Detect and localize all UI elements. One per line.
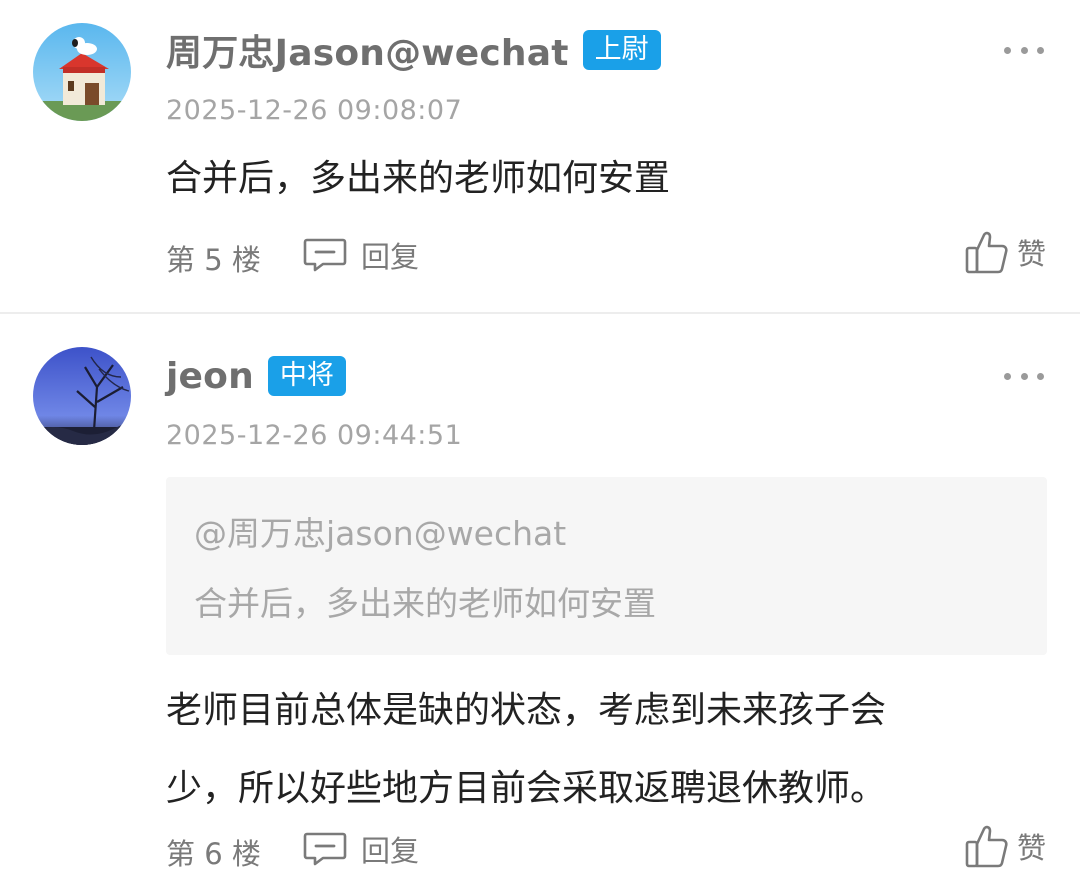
comment-header: 周万忠Jason@wechat 上尉 xyxy=(166,25,661,75)
floor-number: 第 6 楼 xyxy=(166,837,261,871)
like-button[interactable]: 赞 xyxy=(965,224,1046,280)
username[interactable]: jeon xyxy=(166,356,254,397)
comment-body-line: 少，所以好些地方目前会采取返聘退休教师。 xyxy=(166,768,887,809)
comment-item: jeon 中将 2025-12-26 09:44:51 @周万忠jason@we… xyxy=(0,314,1080,894)
timestamp: 2025-12-26 09:08:07 xyxy=(166,95,463,126)
more-dots-icon[interactable] xyxy=(1004,40,1044,60)
thumbs-up-icon xyxy=(965,825,1008,868)
reply-label: 回复 xyxy=(361,834,420,868)
like-label: 赞 xyxy=(1016,831,1046,865)
comment-footer: 第 5 楼 回复 赞 xyxy=(166,230,1046,280)
floor-number: 第 5 楼 xyxy=(166,243,261,277)
comment-footer: 第 6 楼 回复 赞 xyxy=(166,824,1046,874)
comment-header: jeon 中将 xyxy=(166,351,346,401)
quoted-author: @周万忠jason@wechat xyxy=(194,514,567,553)
rank-badge: 上尉 xyxy=(582,30,661,70)
quoted-reply[interactable]: @周万忠jason@wechat 合并后，多出来的老师如何安置 xyxy=(166,477,1047,655)
user-avatar[interactable] xyxy=(33,347,131,445)
timestamp: 2025-12-26 09:44:51 xyxy=(166,420,463,451)
more-dots-icon[interactable] xyxy=(1004,366,1044,386)
comment-bubble-icon xyxy=(303,832,347,866)
comment-body-line: 老师目前总体是缺的状态，考虑到未来孩子会 xyxy=(166,690,887,731)
user-avatar[interactable] xyxy=(33,23,131,121)
comment-thread: 周万忠Jason@wechat 上尉 2025-12-26 09:08:07 合… xyxy=(0,0,1080,894)
rank-badge: 中将 xyxy=(267,356,346,396)
reply-button[interactable]: 回复 xyxy=(303,230,419,280)
username[interactable]: 周万忠Jason@wechat xyxy=(166,24,569,76)
like-button[interactable]: 赞 xyxy=(965,818,1046,874)
reply-label: 回复 xyxy=(361,240,420,274)
comment-item: 周万忠Jason@wechat 上尉 2025-12-26 09:08:07 合… xyxy=(0,0,1080,313)
like-label: 赞 xyxy=(1016,237,1046,271)
reply-button[interactable]: 回复 xyxy=(303,824,419,874)
quoted-text: 合并后，多出来的老师如何安置 xyxy=(194,584,656,623)
comment-bubble-icon xyxy=(303,238,347,272)
thumbs-up-icon xyxy=(965,231,1008,274)
comment-body: 合并后，多出来的老师如何安置 xyxy=(166,158,671,199)
comment-body: 老师目前总体是缺的状态，考虑到未来孩子会 少，所以好些地方目前会采取返聘退休教师… xyxy=(166,672,886,828)
